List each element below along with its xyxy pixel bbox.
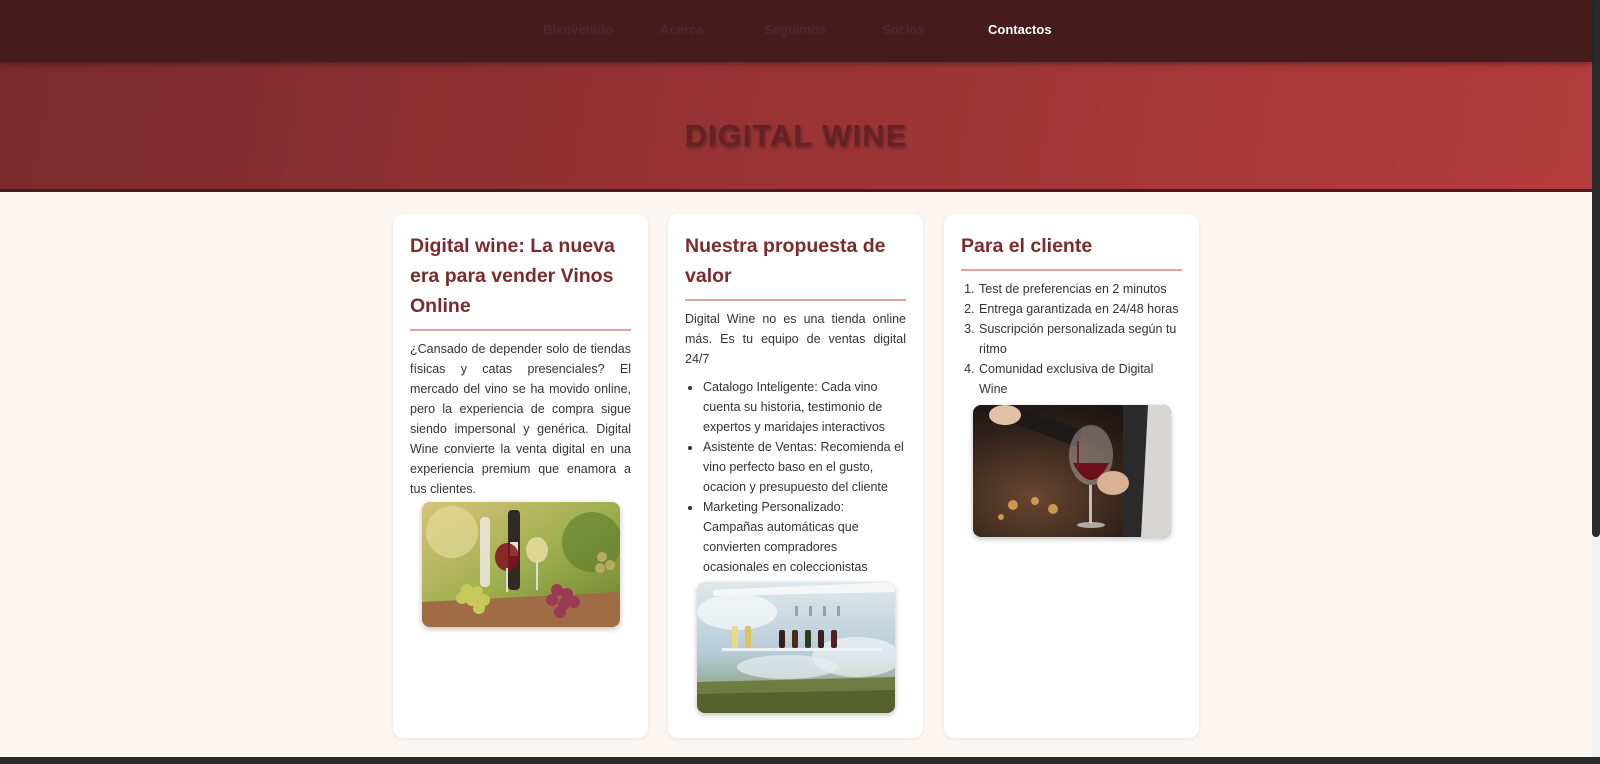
- wine-shelf-photo: [697, 582, 895, 713]
- card-client-title: Para el cliente: [961, 231, 1182, 271]
- wine-grapes-photo: [422, 502, 620, 627]
- card-intro: Digital wine: La nueva era para vender V…: [393, 214, 648, 738]
- list-item: Marketing Personalizado: Campañas automá…: [702, 497, 906, 577]
- list-item: Suscripción personalizada según tu ritmo: [978, 319, 1182, 359]
- list-item: Asistente de Ventas: Recomienda el vino …: [702, 437, 906, 497]
- nav-item-contactos[interactable]: Contactos: [988, 22, 1052, 37]
- list-item: Entrega garantizada en 24/48 horas: [978, 299, 1182, 319]
- card-value-text: Digital Wine no es una tienda online más…: [685, 312, 906, 366]
- list-item: Catalogo Inteligente: Cada vino cuenta s…: [702, 377, 906, 437]
- nav-item-bienvenido[interactable]: Bienvenido: [543, 22, 613, 37]
- nav-items: Bienvenido Acerca Seguimos Socios Contac…: [0, 22, 1592, 38]
- card-value-title: Nuestra propuesta de valor: [685, 231, 906, 301]
- list-item: Comunidad exclusiva de Digital Wine: [978, 359, 1182, 399]
- client-steps-list: Test de preferencias en 2 minutos Entreg…: [961, 279, 1182, 399]
- top-navigation: Bienvenido Acerca Seguimos Socios Contac…: [0, 0, 1592, 62]
- scrollbar-thumb[interactable]: [1592, 0, 1600, 537]
- bottom-bar: [0, 757, 1600, 764]
- card-intro-title: Digital wine: La nueva era para vender V…: [410, 231, 631, 331]
- hero-banner: DIGITAL WINE: [0, 62, 1592, 192]
- hero-title: DIGITAL WINE: [684, 118, 908, 153]
- nav-item-socios[interactable]: Socios: [882, 22, 925, 37]
- vertical-scrollbar[interactable]: [1592, 0, 1600, 764]
- list-item: Test de preferencias en 2 minutos: [978, 279, 1182, 299]
- nav-item-seguimos[interactable]: Seguimos: [764, 22, 826, 37]
- nav-item-acerca[interactable]: Acerca: [660, 22, 703, 37]
- wine-pouring-photo: [973, 405, 1171, 537]
- value-list: Catalogo Inteligente: Cada vino cuenta s…: [685, 377, 906, 577]
- card-intro-text: ¿Cansado de depender solo de tiendas fís…: [410, 342, 631, 496]
